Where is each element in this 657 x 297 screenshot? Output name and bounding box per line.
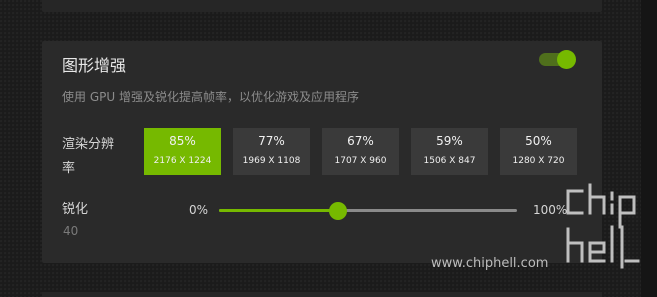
resolution-percent: 50%: [525, 134, 552, 148]
resolution-option-50[interactable]: 50% 1280 X 720: [500, 128, 577, 175]
resolution-dimensions: 1280 X 720: [512, 156, 565, 166]
resolution-dimensions: 2176 X 1224: [153, 156, 212, 166]
resolution-option-67[interactable]: 67% 1707 X 960: [322, 128, 399, 175]
page: 图形增强 使用 GPU 增强及锐化提高帧率，以优化游戏及应用程序 渲染分辨率 8…: [0, 0, 657, 297]
watermark-text: www.chiphell.com: [431, 256, 549, 271]
panel-title: 图形增强: [62, 56, 127, 75]
panel-description: 使用 GPU 增强及锐化提高帧率，以优化游戏及应用程序: [62, 90, 359, 104]
sharpen-value: 40: [63, 224, 79, 238]
previous-settings-panel: [42, 0, 602, 12]
slider-thumb[interactable]: [329, 202, 348, 220]
slider-fill: [219, 209, 339, 212]
image-enhancement-panel: 图形增强 使用 GPU 增强及锐化提高帧率，以优化游戏及应用程序 渲染分辨率 8…: [42, 41, 602, 263]
resolution-dimensions: 1969 X 1108: [242, 156, 301, 166]
resolution-percent: 85%: [169, 134, 196, 148]
resolution-option-77[interactable]: 77% 1969 X 1108: [233, 128, 310, 175]
enhancement-toggle[interactable]: [539, 50, 577, 69]
resolution-dimensions: 1506 X 847: [423, 156, 476, 166]
slider-min-label: 0%: [189, 203, 209, 217]
resolution-option-59[interactable]: 59% 1506 X 847: [411, 128, 488, 175]
sharpen-slider[interactable]: [219, 201, 517, 221]
sharpen-label: 锐化: [62, 202, 89, 217]
toggle-knob: [557, 50, 576, 69]
resolution-label: 渲染分辨率: [62, 137, 115, 176]
resolution-percent: 59%: [436, 134, 463, 148]
next-settings-panel: [42, 292, 602, 297]
resolution-percent: 67%: [347, 134, 374, 148]
resolution-option-85[interactable]: 85% 2176 X 1224: [144, 128, 221, 175]
resolution-dimensions: 1707 X 960: [334, 156, 387, 166]
chiphell-logo-icon: [566, 183, 640, 269]
resolution-percent: 77%: [258, 134, 285, 148]
